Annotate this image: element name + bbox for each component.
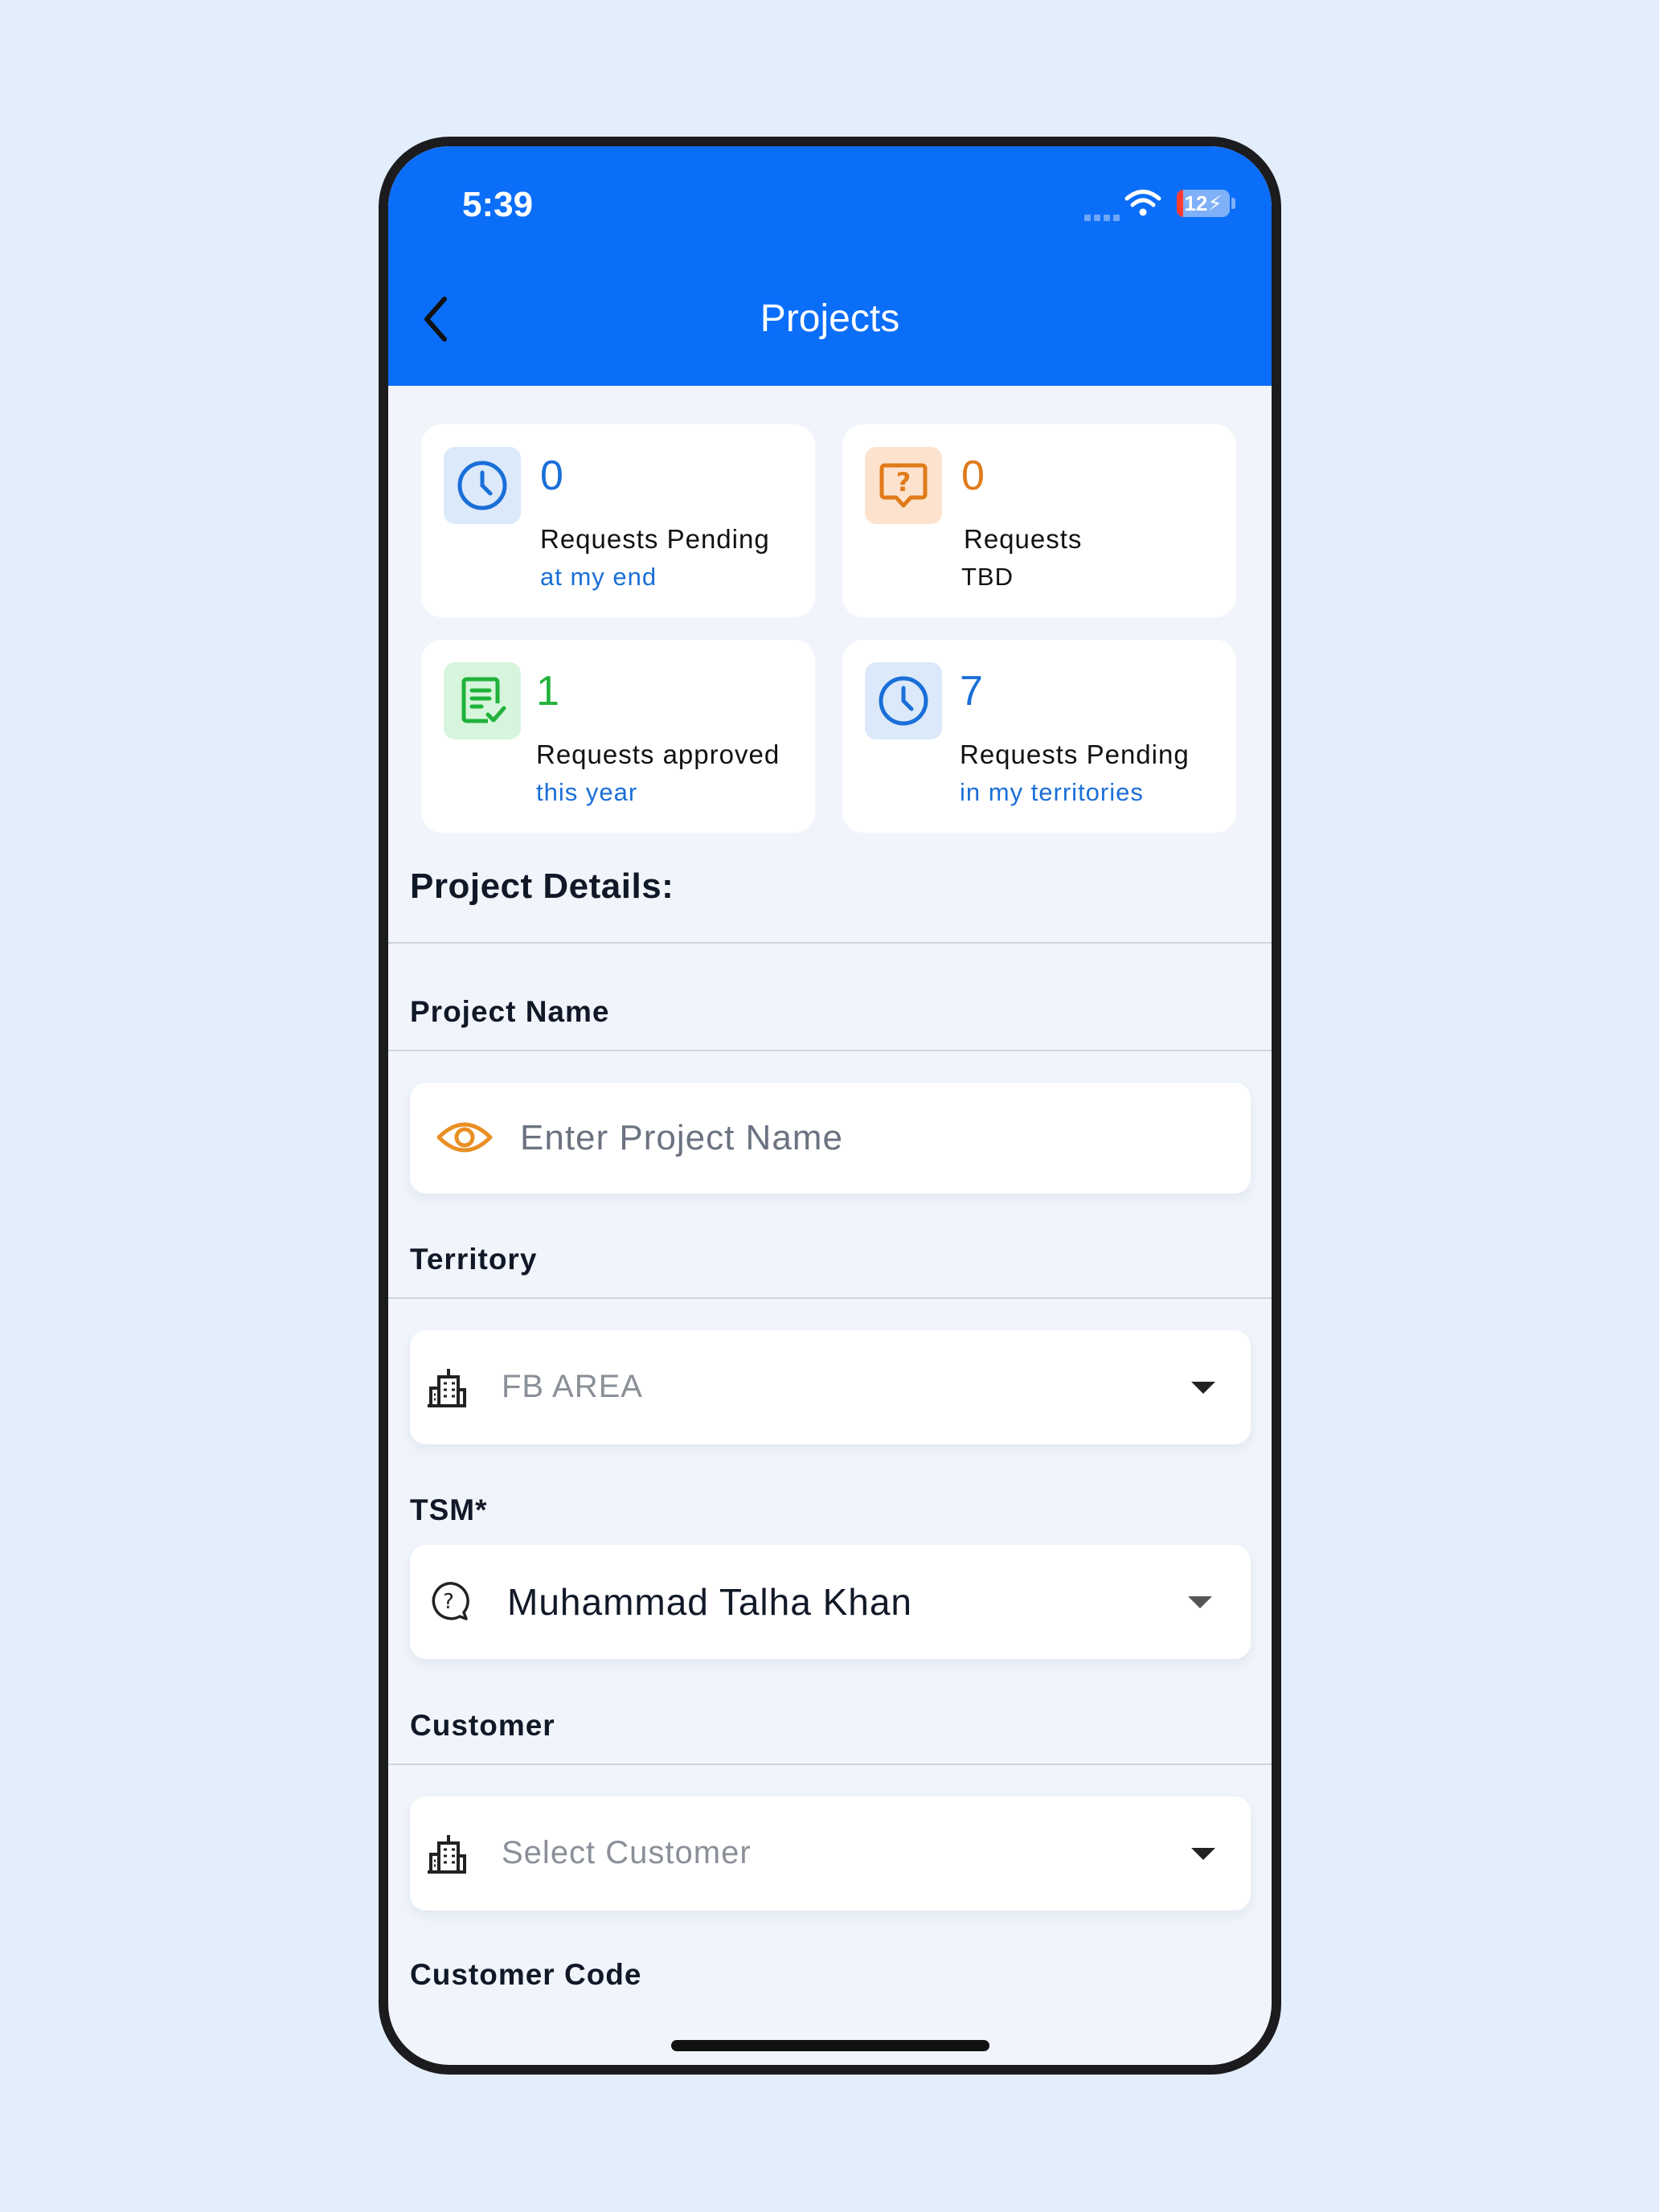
building-icon: [428, 1835, 466, 1874]
cellular-signal-icon: [1084, 211, 1123, 225]
stat-card-pending-at-my-end[interactable]: 0 Requests Pending at my end: [421, 424, 815, 617]
divider: [388, 1050, 1272, 1051]
project-name-label: Project Name: [410, 995, 610, 1028]
svg-text:?: ?: [896, 467, 911, 498]
clock-icon: [865, 662, 942, 739]
chevron-down-icon: [1191, 1848, 1215, 1860]
territory-label: Territory: [410, 1243, 538, 1276]
stat-sublabel: at my end: [540, 563, 657, 591]
app-bar: 5:39 12 ⚡ Projects: [388, 146, 1272, 386]
document-check-icon: [444, 662, 521, 739]
section-title: Project Details:: [410, 866, 674, 906]
stat-sublabel: TBD: [961, 563, 1014, 591]
stat-label: Requests approved: [536, 739, 780, 769]
stat-label: Requests: [964, 524, 1083, 554]
stat-value: 7: [960, 668, 983, 715]
chevron-down-icon: [1191, 1382, 1215, 1394]
divider: [388, 1297, 1272, 1299]
customer-code-label: Customer Code: [410, 1958, 642, 1991]
wifi-icon: [1124, 190, 1161, 216]
divider: [388, 1763, 1272, 1765]
stat-value: 0: [961, 453, 985, 499]
tsm-label: TSM*: [410, 1493, 488, 1526]
stat-sublabel: this year: [536, 778, 638, 806]
battery-level: 12: [1184, 190, 1208, 215]
svg-text:?: ?: [443, 1590, 454, 1614]
eye-icon: [436, 1122, 493, 1153]
customer-label: Customer: [410, 1709, 555, 1742]
clock-icon: [444, 447, 521, 524]
stat-value: 0: [540, 453, 563, 499]
stat-card-pending-territories[interactable]: 7 Requests Pending in my territories: [842, 640, 1236, 833]
project-name-input[interactable]: Enter Project Name: [410, 1083, 1251, 1194]
building-icon: [428, 1369, 466, 1407]
customer-dropdown[interactable]: Select Customer: [410, 1796, 1251, 1911]
status-time: 5:39: [462, 185, 534, 224]
chevron-down-icon: [1188, 1596, 1212, 1608]
stat-card-tbd[interactable]: ? 0 Requests TBD: [842, 424, 1236, 617]
tsm-dropdown[interactable]: ? Muhammad Talha Khan: [410, 1545, 1251, 1659]
territory-dropdown[interactable]: FB AREA: [410, 1330, 1251, 1444]
customer-placeholder: Select Customer: [502, 1835, 752, 1870]
battery-icon: 12 ⚡: [1177, 190, 1230, 217]
phone-frame: 5:39 12 ⚡ Projects 0 Requests Pending at …: [379, 137, 1281, 2075]
tsm-value: Muhammad Talha Khan: [507, 1581, 912, 1623]
home-indicator[interactable]: [671, 2040, 989, 2051]
battery-tip: [1231, 198, 1235, 209]
project-name-placeholder: Enter Project Name: [520, 1118, 843, 1157]
divider: [388, 942, 1272, 944]
stat-sublabel: in my territories: [960, 778, 1144, 806]
page-title: Projects: [760, 297, 900, 340]
question-bubble-icon: ?: [865, 447, 942, 524]
stat-label: Requests Pending: [540, 524, 770, 554]
stat-card-approved-this-year[interactable]: 1 Requests approved this year: [421, 640, 815, 833]
stat-value: 1: [536, 668, 559, 715]
stat-label: Requests Pending: [960, 739, 1190, 769]
question-bubble-icon: ?: [432, 1582, 469, 1620]
territory-value: FB AREA: [502, 1369, 643, 1404]
